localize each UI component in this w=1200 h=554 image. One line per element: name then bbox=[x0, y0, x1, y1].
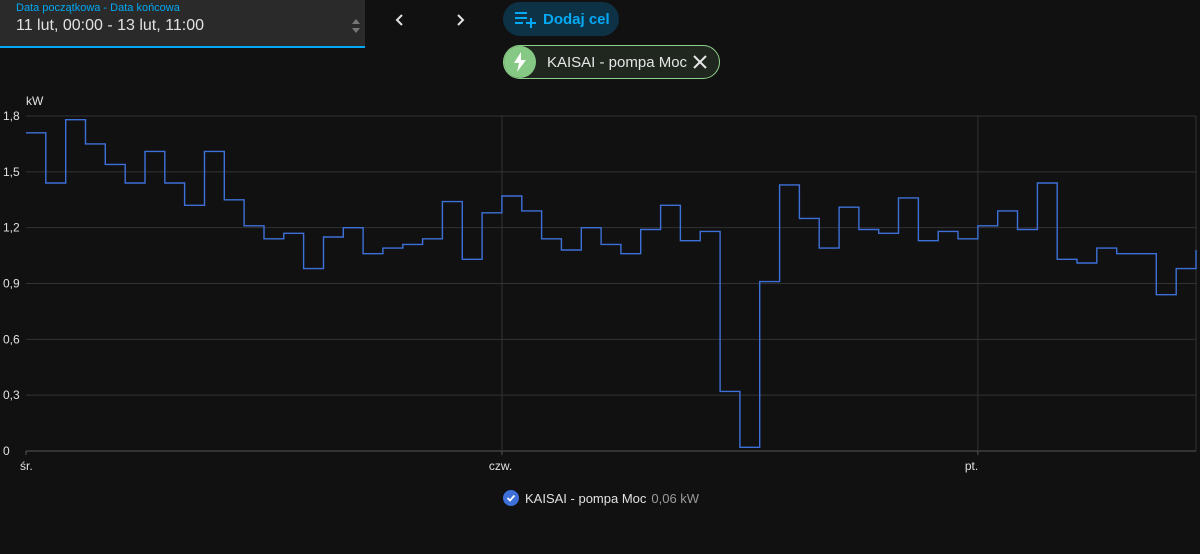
y-tick-label: 0,6 bbox=[3, 332, 20, 346]
date-range-value: 11 lut, 00:00 - 13 lut, 11:00 bbox=[16, 17, 204, 34]
y-tick-label: 0 bbox=[3, 444, 10, 458]
entity-chip-label: KAISAI - pompa Moc bbox=[547, 53, 688, 71]
power-chart: kW 1,8 1,5 1,2 0,9 0,6 0,3 0 śr. czw. pt. bbox=[3, 94, 1197, 473]
add-target-button[interactable]: Dodaj cel bbox=[503, 2, 619, 36]
spinner-arrows-icon bbox=[352, 19, 360, 33]
previous-period-button[interactable] bbox=[386, 6, 414, 34]
y-tick-label: 1,8 bbox=[3, 109, 20, 123]
legend-series-name: KAISAI - pompa Moc bbox=[525, 490, 647, 506]
entity-chip[interactable]: KAISAI - pompa Moc bbox=[503, 45, 720, 79]
flash-icon bbox=[504, 46, 536, 78]
legend-item[interactable]: KAISAI - pompa Moc 0,06 kW bbox=[503, 490, 699, 506]
y-tick-label: 1,5 bbox=[3, 165, 20, 179]
x-tick-label: pt. bbox=[965, 459, 978, 473]
chevron-right-icon bbox=[457, 14, 465, 26]
chevron-left-icon bbox=[395, 14, 403, 26]
x-tick-label: śr. bbox=[20, 459, 33, 473]
close-icon[interactable] bbox=[691, 53, 709, 71]
date-range-label: Data początkowa - Data końcowa bbox=[16, 2, 180, 14]
next-period-button[interactable] bbox=[446, 6, 474, 34]
y-tick-label: 1,2 bbox=[3, 221, 20, 235]
y-tick-label: 0,9 bbox=[3, 277, 20, 291]
add-target-label: Dodaj cel bbox=[543, 10, 610, 28]
date-range-field[interactable]: Data początkowa - Data końcowa 11 lut, 0… bbox=[0, 0, 365, 48]
playlist-plus-icon bbox=[515, 12, 536, 28]
checkmark-icon bbox=[503, 490, 519, 506]
y-tick-label: 0,3 bbox=[3, 388, 20, 402]
y-axis-label: kW bbox=[26, 94, 44, 108]
legend-series-value: 0,06 kW bbox=[651, 490, 700, 506]
x-tick-label: czw. bbox=[489, 459, 512, 473]
